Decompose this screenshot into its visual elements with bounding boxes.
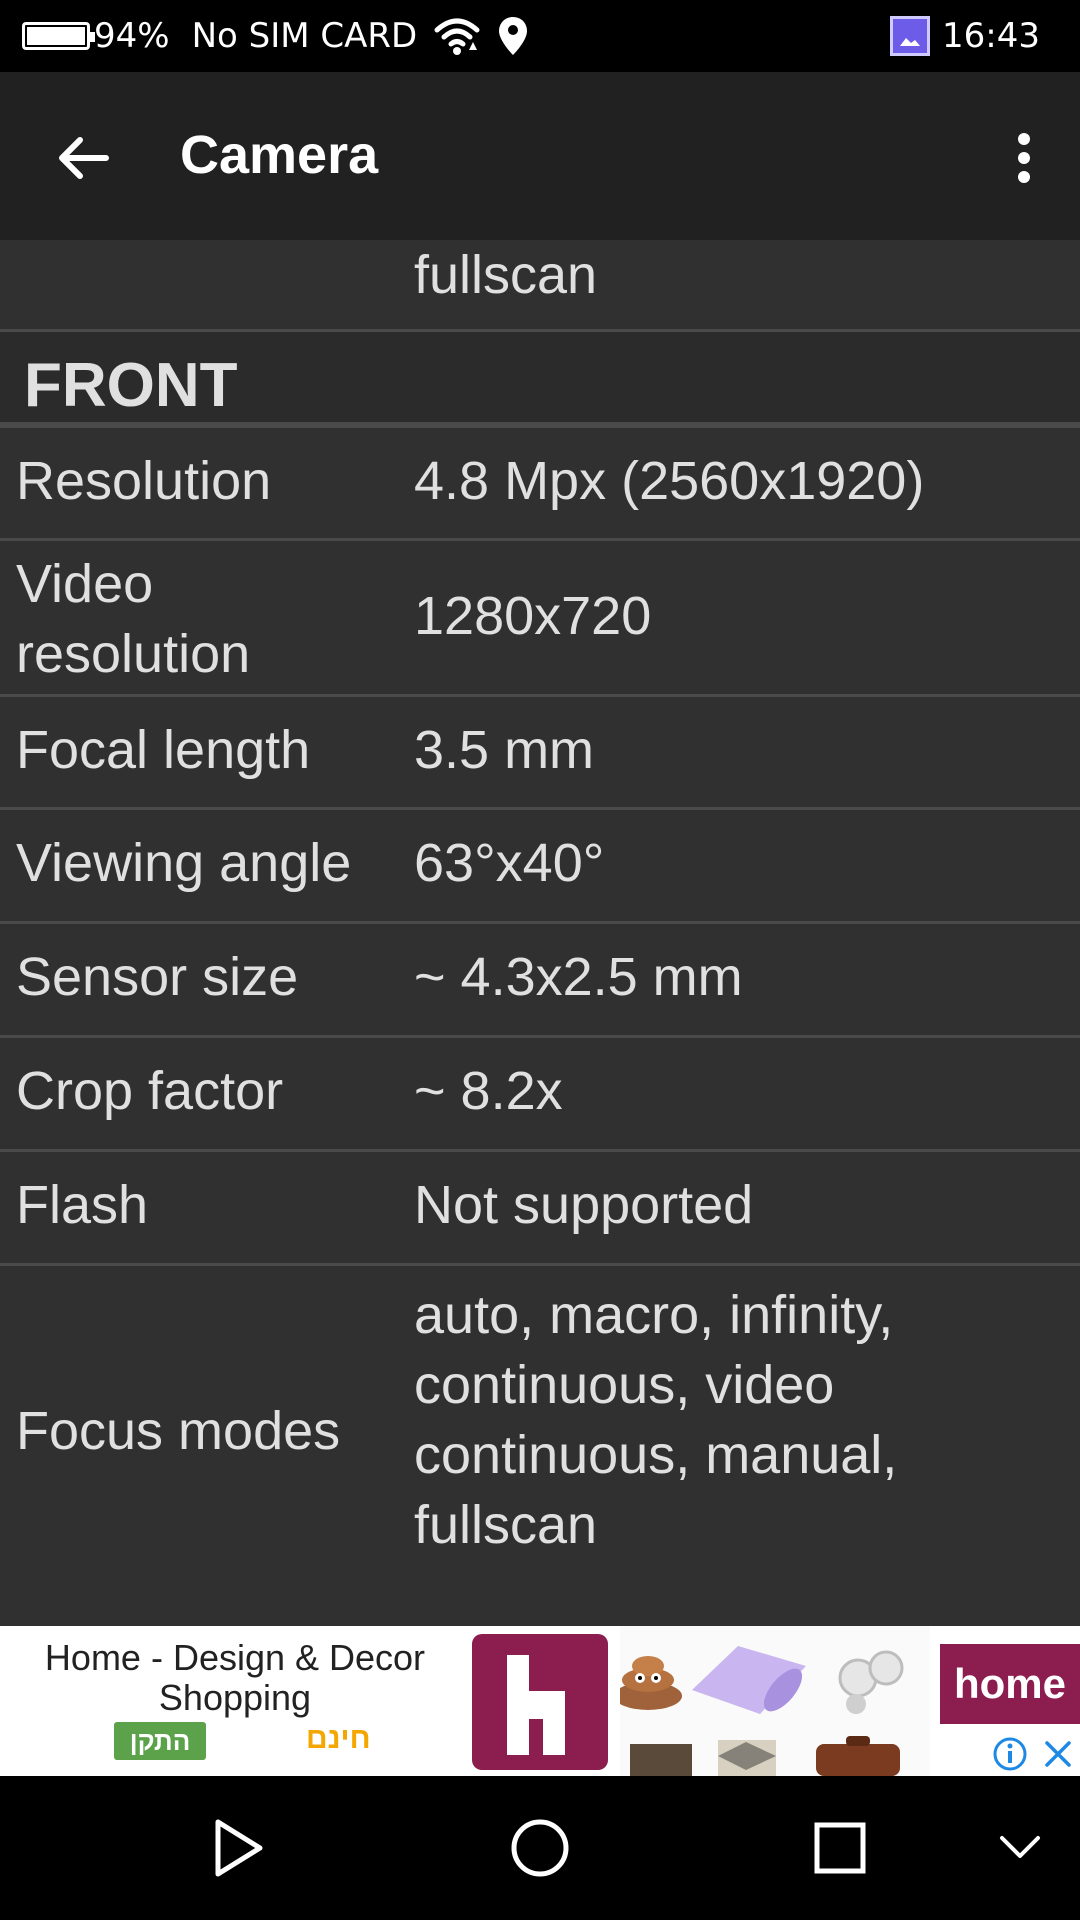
ad-app-logo[interactable]	[472, 1634, 608, 1770]
table-row: Flash Not supported	[0, 1152, 1080, 1266]
section-header: FRONT	[0, 332, 1080, 428]
row-value: fullscan	[414, 245, 598, 305]
row-value: 63°x40°	[414, 833, 605, 893]
arrow-left-icon	[59, 137, 109, 179]
row-label: Viewing angle	[16, 833, 352, 893]
row-value: 3.5 mm	[414, 720, 595, 780]
row-label: Flash	[16, 1175, 149, 1235]
battery-percent: 94%	[94, 16, 170, 56]
back-button[interactable]	[40, 116, 124, 200]
info-icon	[993, 1737, 1027, 1771]
nav-home-button[interactable]	[490, 1798, 590, 1898]
battery-icon	[22, 22, 95, 50]
ad-brand-badge[interactable]: home	[940, 1644, 1080, 1724]
row-label: Focus modes	[16, 1401, 341, 1461]
play-back-icon	[215, 1819, 263, 1877]
ad-title[interactable]: Home - Design & Decor Shopping	[0, 1638, 470, 1718]
spec-list[interactable]: fullscan FRONT Resolution 4.8 Mpx (2560x…	[0, 240, 1080, 1626]
close-icon	[1045, 1741, 1071, 1767]
more-vert-icon	[1018, 133, 1030, 183]
table-row: Crop factor ~ 8.2x	[0, 1038, 1080, 1152]
row-label: Video resolution	[16, 554, 251, 684]
row-label: Resolution	[16, 451, 272, 511]
table-row: Viewing angle 63°x40°	[0, 810, 1080, 924]
nav-recents-button[interactable]	[790, 1798, 890, 1898]
table-row: Video resolution 1280x720	[0, 541, 1080, 697]
ad-product-image[interactable]	[614, 1626, 930, 1776]
row-value: 4.8 Mpx (2560x1920)	[414, 451, 925, 511]
row-value: ~ 4.3x2.5 mm	[414, 947, 743, 1007]
nav-collapse-button[interactable]	[970, 1798, 1070, 1898]
circle-home-icon	[511, 1819, 569, 1877]
row-label: Focal length	[16, 720, 311, 780]
wifi-icon	[433, 16, 481, 56]
table-row: Focus modes auto, macro, infinity, conti…	[0, 1266, 1080, 1626]
chevron-down-icon	[1000, 1836, 1040, 1858]
clock: 16:43	[942, 16, 1040, 56]
page-title: Camera	[180, 125, 379, 185]
houzz-logo-icon	[507, 1655, 565, 1755]
table-row: Focal length 3.5 mm	[0, 697, 1080, 810]
location-icon	[497, 15, 529, 57]
ad-close-button[interactable]	[1036, 1732, 1080, 1776]
table-row: Resolution 4.8 Mpx (2560x1920)	[0, 428, 1080, 541]
ad-info-button[interactable]	[988, 1732, 1032, 1776]
row-value: Not supported	[414, 1175, 754, 1235]
row-value: ~ 8.2x	[414, 1061, 563, 1121]
system-nav-bar	[0, 1776, 1080, 1920]
row-value: 1280x720	[414, 586, 652, 646]
overflow-menu-button[interactable]	[988, 116, 1060, 200]
row-label: Crop factor	[16, 1061, 284, 1121]
table-row: Sensor size ~ 4.3x2.5 mm	[0, 924, 1080, 1038]
app-toolbar: Camera	[0, 72, 1080, 240]
carrier-text: No SIM CARD	[191, 16, 418, 56]
table-row: fullscan	[0, 240, 1080, 332]
section-title: FRONT	[24, 351, 238, 420]
ad-install-button[interactable]: התקן	[114, 1722, 206, 1760]
ad-price-label: חינם	[306, 1722, 371, 1755]
nav-back-button[interactable]	[188, 1798, 288, 1898]
gallery-notification-icon	[890, 16, 931, 56]
row-label: Sensor size	[16, 947, 299, 1007]
status-bar: 94% No SIM CARD 16:43	[0, 0, 1080, 72]
row-value: auto, macro, infinity, continuous, video…	[414, 1285, 898, 1555]
square-recents-icon	[814, 1822, 866, 1874]
ad-banner[interactable]: Home - Design & Decor Shopping התקן חינם	[0, 1626, 1080, 1776]
